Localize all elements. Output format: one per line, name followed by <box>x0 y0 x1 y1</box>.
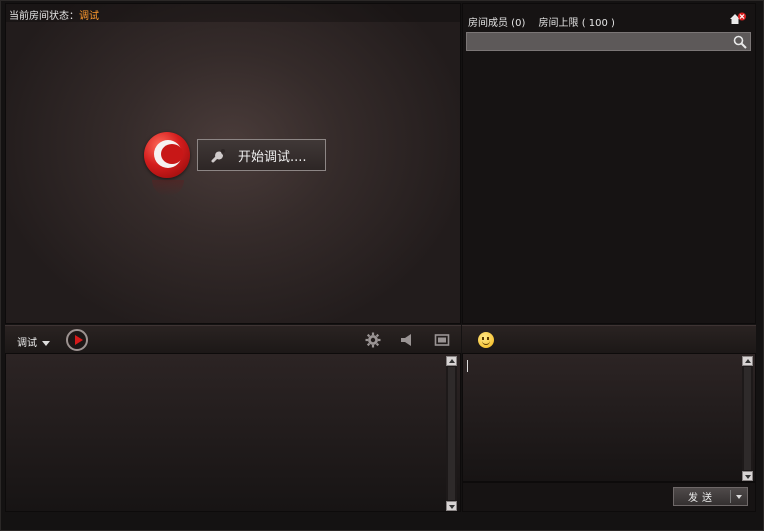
send-label: 发送 <box>688 493 716 504</box>
scroll-up-button[interactable] <box>742 356 753 366</box>
video-stage: 当前房间状态：调试 开始调试.... <box>5 3 461 324</box>
room-status-value: 调试 <box>79 11 99 22</box>
scroll-down-button[interactable] <box>446 501 457 511</box>
screen-icon[interactable] <box>434 332 450 348</box>
scroll-track[interactable] <box>744 367 751 470</box>
text-caret <box>467 360 468 372</box>
logo-icon <box>144 132 190 178</box>
scroll-up-button[interactable] <box>446 356 457 366</box>
members-header: 房间成员 (0) 房间上限 ( 100 ) <box>468 14 625 29</box>
scroll-track[interactable] <box>448 367 455 500</box>
media-toolbar: 调试 <box>5 325 461 353</box>
chevron-down-icon <box>42 340 50 346</box>
room-status-label: 当前房间状态： <box>9 11 79 22</box>
chat-toolbar <box>462 325 756 353</box>
member-limit: 房间上限 ( 100 ) <box>538 18 615 29</box>
mode-dropdown[interactable]: 调试 <box>17 334 50 349</box>
search-icon[interactable] <box>733 35 747 49</box>
chevron-down-icon[interactable] <box>731 494 747 499</box>
logo-reflection <box>152 180 184 196</box>
chat-input-scrollbar[interactable] <box>742 356 753 481</box>
home-icon[interactable] <box>729 12 747 26</box>
members-panel: 房间成员 (0) 房间上限 ( 100 ) <box>462 3 756 324</box>
scroll-down-button[interactable] <box>742 471 753 481</box>
start-debug-label: 开始调试.... <box>238 149 307 165</box>
chat-input-area[interactable] <box>462 353 756 482</box>
gear-icon[interactable] <box>365 332 381 348</box>
emoji-icon[interactable] <box>478 332 494 348</box>
wrench-icon <box>210 146 232 164</box>
chat-log-scrollbar[interactable] <box>446 356 457 511</box>
speaker-icon[interactable] <box>399 332 415 348</box>
member-search-input[interactable] <box>467 33 727 50</box>
member-search-box[interactable] <box>466 32 751 51</box>
mode-dropdown-label: 调试 <box>17 338 37 349</box>
member-count: 房间成员 (0) <box>468 18 526 29</box>
start-debug-button[interactable]: 开始调试.... <box>197 139 326 171</box>
room-status-bar: 当前房间状态：调试 <box>6 4 460 22</box>
send-button[interactable]: 发送 <box>673 487 748 506</box>
chat-log <box>5 353 461 512</box>
app-window: 当前房间状态：调试 开始调试.... 房间成员 (0) 房间上限 ( 100 ) <box>0 0 764 531</box>
play-icon[interactable] <box>66 329 88 351</box>
send-area: 发送 <box>462 482 756 512</box>
